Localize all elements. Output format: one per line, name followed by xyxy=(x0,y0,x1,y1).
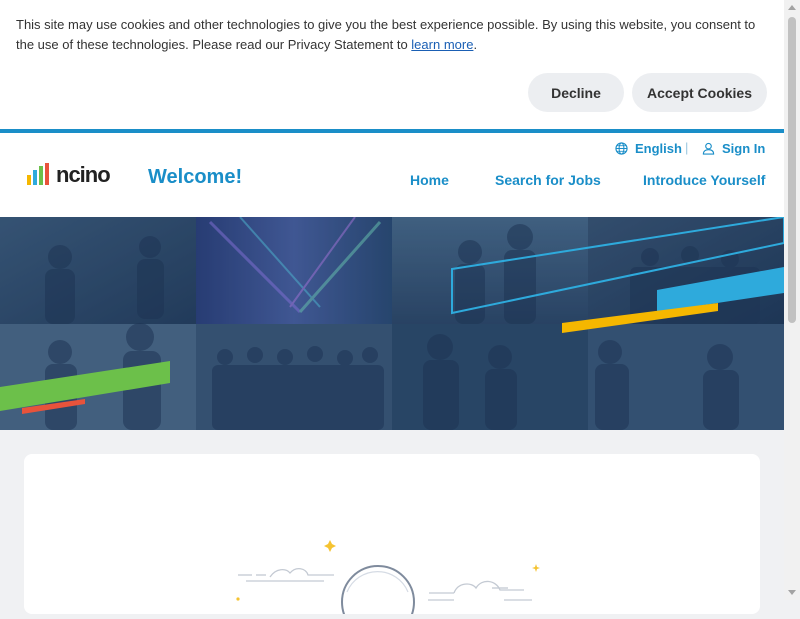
ncino-logo[interactable]: ncino xyxy=(27,162,111,187)
logo-wordmark: ncino xyxy=(56,162,111,187)
decline-button[interactable]: Decline xyxy=(528,73,624,112)
learn-more-link[interactable]: learn more xyxy=(411,37,473,52)
content-card xyxy=(24,454,760,619)
user-icon xyxy=(702,142,715,155)
hero-banner xyxy=(0,217,784,430)
nav-introduce-yourself[interactable]: Introduce Yourself xyxy=(643,172,765,188)
site-header: English | Sign In ncino Welcome! Home Se… xyxy=(0,133,784,217)
language-selector[interactable]: English xyxy=(615,141,682,156)
welcome-title: Welcome! xyxy=(148,166,243,188)
scroll-thumb[interactable] xyxy=(788,17,796,323)
page-scrollbar[interactable] xyxy=(784,0,800,600)
utility-separator: | xyxy=(685,140,689,155)
cookie-banner: This site may use cookies and other tech… xyxy=(0,0,784,129)
cookie-message-text: This site may use cookies and other tech… xyxy=(16,17,756,52)
nav-home[interactable]: Home xyxy=(410,172,449,188)
sign-in-label: Sign In xyxy=(722,141,766,156)
sign-in-link[interactable]: Sign In xyxy=(702,141,765,156)
accept-cookies-button[interactable]: Accept Cookies xyxy=(632,73,767,112)
moon-cloud-illustration xyxy=(236,540,540,619)
logo-bars-icon xyxy=(27,163,51,185)
scroll-up-icon[interactable] xyxy=(788,5,796,10)
scroll-down-icon[interactable] xyxy=(788,590,796,595)
cookie-message: This site may use cookies and other tech… xyxy=(16,15,766,55)
nav-search-for-jobs[interactable]: Search for Jobs xyxy=(495,172,601,188)
cookie-message-end: . xyxy=(473,37,478,52)
language-label: English xyxy=(635,141,682,156)
globe-icon xyxy=(615,142,628,155)
hero-collage-image xyxy=(0,217,784,430)
